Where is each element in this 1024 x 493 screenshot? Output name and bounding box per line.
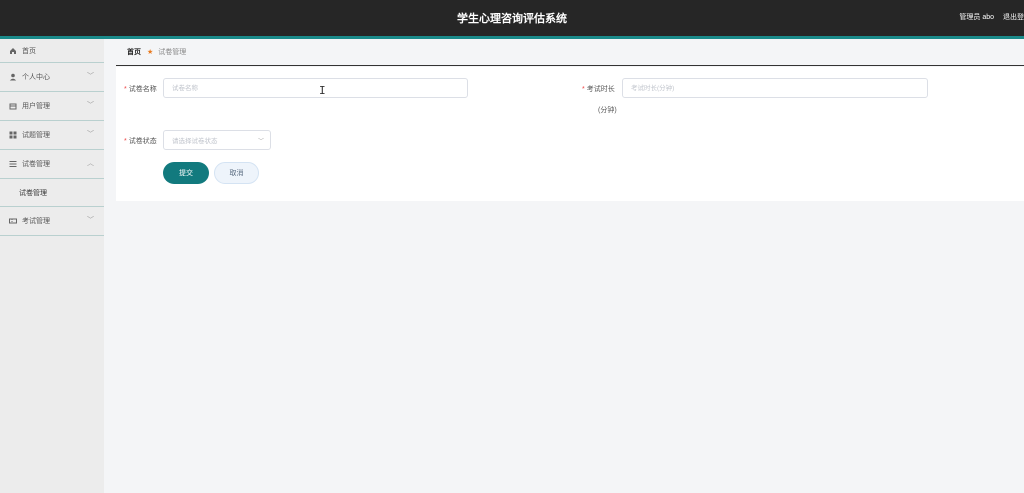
required-mark: *	[124, 86, 127, 93]
text-cursor-icon: I	[319, 84, 326, 97]
sidebar-item-papers[interactable]: 试卷管理 ︿	[0, 150, 104, 179]
required-mark: *	[582, 86, 585, 93]
paper-name-input[interactable]	[163, 78, 468, 98]
paper-status-label: * 试卷状态	[124, 138, 157, 145]
building-icon	[9, 102, 17, 110]
sidebar-item-label: 个人中心	[22, 74, 50, 81]
cancel-button[interactable]: 取消	[214, 162, 259, 184]
sidebar-item-label: 首页	[22, 47, 36, 55]
duration-unit-label: (分钟)	[598, 107, 617, 114]
star-icon: ★	[147, 49, 154, 56]
user-icon	[9, 73, 17, 81]
paper-status-select[interactable]: 请选择试卷状态 ﹀	[163, 130, 271, 150]
chevron-down-icon: ﹀	[87, 131, 94, 138]
ticket-icon	[9, 217, 17, 225]
sidebar-item-profile[interactable]: 个人中心 ﹀	[0, 63, 104, 92]
logout-link[interactable]: 退出登	[1003, 12, 1024, 22]
sidebar-item-label: 试题管理	[22, 132, 50, 139]
list-icon	[9, 160, 17, 168]
chevron-up-icon: ︿	[87, 160, 94, 167]
top-bar: 学生心理咨询评估系统 管理员 abo 退出登	[0, 0, 1024, 39]
breadcrumb-home[interactable]: 首页	[127, 47, 141, 57]
chevron-down-icon: ﹀	[87, 217, 94, 224]
form-panel: *试卷名称 I *考试时长 (分钟) *试卷状态 请选择试卷状态 ﹀ 提交 取消	[116, 67, 1024, 201]
submit-button[interactable]: 提交	[163, 162, 209, 184]
sidebar: 首页 个人中心 ﹀ 用户管理 ﹀ 试题管理 ﹀ 试卷管理 ︿ 试卷管理 考试管理…	[0, 39, 104, 493]
sidebar-item-label: 试卷管理	[22, 161, 50, 168]
duration-input[interactable]	[622, 78, 928, 98]
home-icon	[9, 47, 17, 55]
sidebar-item-exams[interactable]: 考试管理 ﹀	[0, 207, 104, 236]
breadcrumb: 首页 ★ 试卷管理	[116, 39, 1024, 66]
sidebar-item-users[interactable]: 用户管理 ﹀	[0, 92, 104, 121]
duration-label: * 考试时长	[582, 86, 615, 93]
breadcrumb-current: 试卷管理	[158, 49, 187, 56]
sidebar-item-questions[interactable]: 试题管理 ﹀	[0, 121, 104, 150]
paper-name-label: * 试卷名称	[124, 86, 157, 93]
required-mark: *	[124, 138, 127, 145]
chevron-down-icon: ﹀	[257, 139, 264, 145]
user-info: 管理员 abo	[959, 14, 994, 21]
chevron-down-icon: ﹀	[87, 73, 94, 80]
chevron-down-icon: ﹀	[87, 102, 94, 109]
sidebar-item-home[interactable]: 首页	[0, 39, 104, 63]
grid-icon	[9, 131, 17, 139]
sidebar-item-label: 考试管理	[22, 218, 50, 225]
sidebar-subitem-papers[interactable]: 试卷管理	[0, 179, 104, 207]
app-title: 学生心理咨询评估系统	[457, 13, 567, 25]
sidebar-item-label: 用户管理	[22, 103, 50, 110]
select-placeholder: 请选择试卷状态	[172, 138, 218, 145]
